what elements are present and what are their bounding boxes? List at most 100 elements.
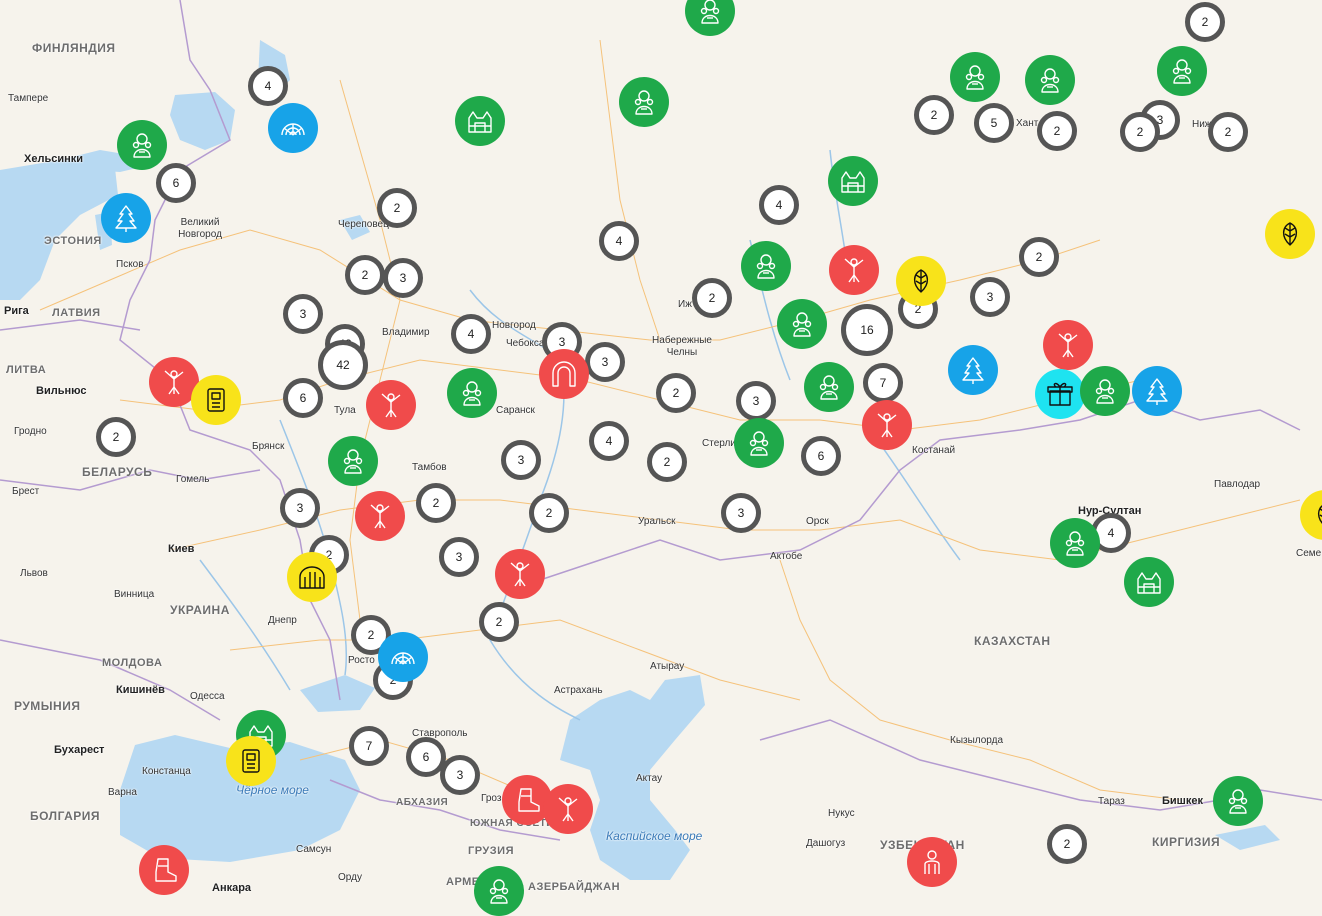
map-pin-green[interactable] (1213, 776, 1263, 826)
marker-cluster[interactable]: 3 (585, 342, 625, 382)
map-pin-green[interactable] (117, 120, 167, 170)
map-pin-green[interactable] (1025, 55, 1075, 105)
marker-cluster[interactable]: 7 (349, 726, 389, 766)
map-pin-red[interactable] (366, 380, 416, 430)
city-label: Тампере (8, 93, 49, 104)
marker-cluster[interactable]: 3 (383, 258, 423, 298)
marker-cluster[interactable]: 16 (841, 304, 893, 356)
map-pin-yellow[interactable] (191, 375, 241, 425)
city-label: Семе (1296, 548, 1322, 559)
marker-cluster[interactable]: 3 (283, 294, 323, 334)
marker-cluster[interactable]: 3 (736, 381, 776, 421)
map-pin-red[interactable] (539, 349, 589, 399)
marker-cluster[interactable]: 2 (1047, 824, 1087, 864)
map-pin-yellow[interactable] (1265, 209, 1315, 259)
map-pin-red[interactable] (355, 491, 405, 541)
marker-cluster[interactable]: 4 (599, 221, 639, 261)
city-label: Уральск (638, 516, 676, 527)
marker-cluster[interactable]: 6 (156, 163, 196, 203)
mascot-icon (132, 133, 152, 158)
map-pin-blue[interactable] (101, 193, 151, 243)
marker-cluster[interactable]: 2 (529, 493, 569, 533)
map-pin-red[interactable] (495, 549, 545, 599)
map-pin-green[interactable] (474, 866, 524, 916)
map-pin-green[interactable] (1080, 366, 1130, 416)
map-pin-yellow[interactable] (287, 552, 337, 602)
map-pin-green[interactable] (1124, 557, 1174, 607)
marker-cluster[interactable]: 3 (501, 440, 541, 480)
map-pin-yellow[interactable] (226, 736, 276, 786)
marker-cluster[interactable]: 3 (970, 277, 1010, 317)
marker-cluster[interactable]: 2 (1208, 112, 1248, 152)
city-label: Брест (12, 486, 40, 497)
city-label: Иж (678, 299, 692, 310)
marker-cluster[interactable]: 4 (451, 314, 491, 354)
map-pin-red[interactable] (1043, 320, 1093, 370)
map-pin-blue[interactable] (1132, 366, 1182, 416)
map-pin-green[interactable] (455, 96, 505, 146)
mascot-icon (700, 0, 720, 24)
marker-cluster[interactable]: 2 (914, 95, 954, 135)
map-pin-blue[interactable] (378, 632, 428, 682)
marker-cluster[interactable]: 4 (248, 66, 288, 106)
map-pin-green[interactable] (619, 77, 669, 127)
marker-cluster[interactable]: 4 (589, 421, 629, 461)
map-pin-green[interactable] (328, 436, 378, 486)
map-pin-yellow[interactable] (896, 256, 946, 306)
city-label: Варна (108, 787, 137, 798)
marker-cluster[interactable]: 2 (1037, 111, 1077, 151)
marker-cluster[interactable]: 42 (318, 340, 368, 390)
map-pin-green[interactable] (741, 241, 791, 291)
map-pin-green[interactable] (777, 299, 827, 349)
marker-cluster[interactable]: 2 (656, 373, 696, 413)
marker-cluster[interactable]: 2 (377, 188, 417, 228)
city-label: Актобе (770, 551, 803, 562)
marker-cluster[interactable]: 2 (416, 483, 456, 523)
map-pin-green[interactable] (1157, 46, 1207, 96)
map-pin-red[interactable] (139, 845, 189, 895)
caspian-sea (560, 675, 705, 880)
city-label: Великий Новгород (178, 217, 222, 240)
marker-cluster[interactable]: 2 (96, 417, 136, 457)
leaves-icon (913, 269, 929, 293)
marker-cluster[interactable]: 6 (801, 436, 841, 476)
map-pin-green[interactable] (1050, 518, 1100, 568)
city-label: Гомель (176, 474, 210, 485)
city-label: Атырау (650, 661, 685, 672)
map-pin-blue[interactable] (948, 345, 998, 395)
map-pin-red[interactable] (907, 837, 957, 887)
marker-cluster[interactable]: 2 (1019, 237, 1059, 277)
marker-cluster[interactable]: 2 (647, 442, 687, 482)
marker-cluster[interactable]: 4 (759, 185, 799, 225)
marker-cluster[interactable]: 6 (283, 378, 323, 418)
marker-cluster[interactable]: 2 (345, 255, 385, 295)
marker-cluster[interactable]: 7 (863, 363, 903, 403)
marker-cluster[interactable]: 2 (1185, 2, 1225, 42)
water-bodies (0, 40, 1280, 880)
map-pin-green[interactable] (804, 362, 854, 412)
marker-cluster[interactable]: 2 (692, 278, 732, 318)
marker-cluster[interactable]: 2 (479, 602, 519, 642)
marker-cluster[interactable]: 2 (1120, 112, 1160, 152)
sea-label-caspian-sea: Каспийское море (606, 829, 703, 843)
map-pin-green[interactable] (734, 418, 784, 468)
country-label-finland: ФИНЛЯНДИЯ (32, 41, 116, 55)
map-pin-blue[interactable] (268, 103, 318, 153)
marker-cluster[interactable]: 3 (440, 755, 480, 795)
city-label: Дашогуз (806, 838, 846, 849)
map-pin-green[interactable] (828, 156, 878, 206)
city-label: Рига (4, 305, 29, 317)
map-pin-green[interactable] (447, 368, 497, 418)
map-pin-red[interactable] (829, 245, 879, 295)
marker-cluster[interactable]: 3 (721, 493, 761, 533)
marker-cluster[interactable]: 3 (280, 488, 320, 528)
map-canvas[interactable]: ФИНЛЯНДИЯ ЭСТОНИЯ ЛАТВИЯ ЛИТВА БЕЛАРУСЬ … (0, 0, 1322, 916)
map-pin-green[interactable] (950, 52, 1000, 102)
marker-cluster[interactable]: 3 (439, 537, 479, 577)
map-pin-cyan[interactable] (1035, 369, 1085, 419)
map-pin-red[interactable] (862, 400, 912, 450)
city-label: Днепр (268, 615, 297, 626)
marker-cluster[interactable]: 5 (974, 103, 1014, 143)
country-label-romania: РУМЫНИЯ (14, 699, 81, 713)
map-pin-red[interactable] (543, 784, 593, 834)
